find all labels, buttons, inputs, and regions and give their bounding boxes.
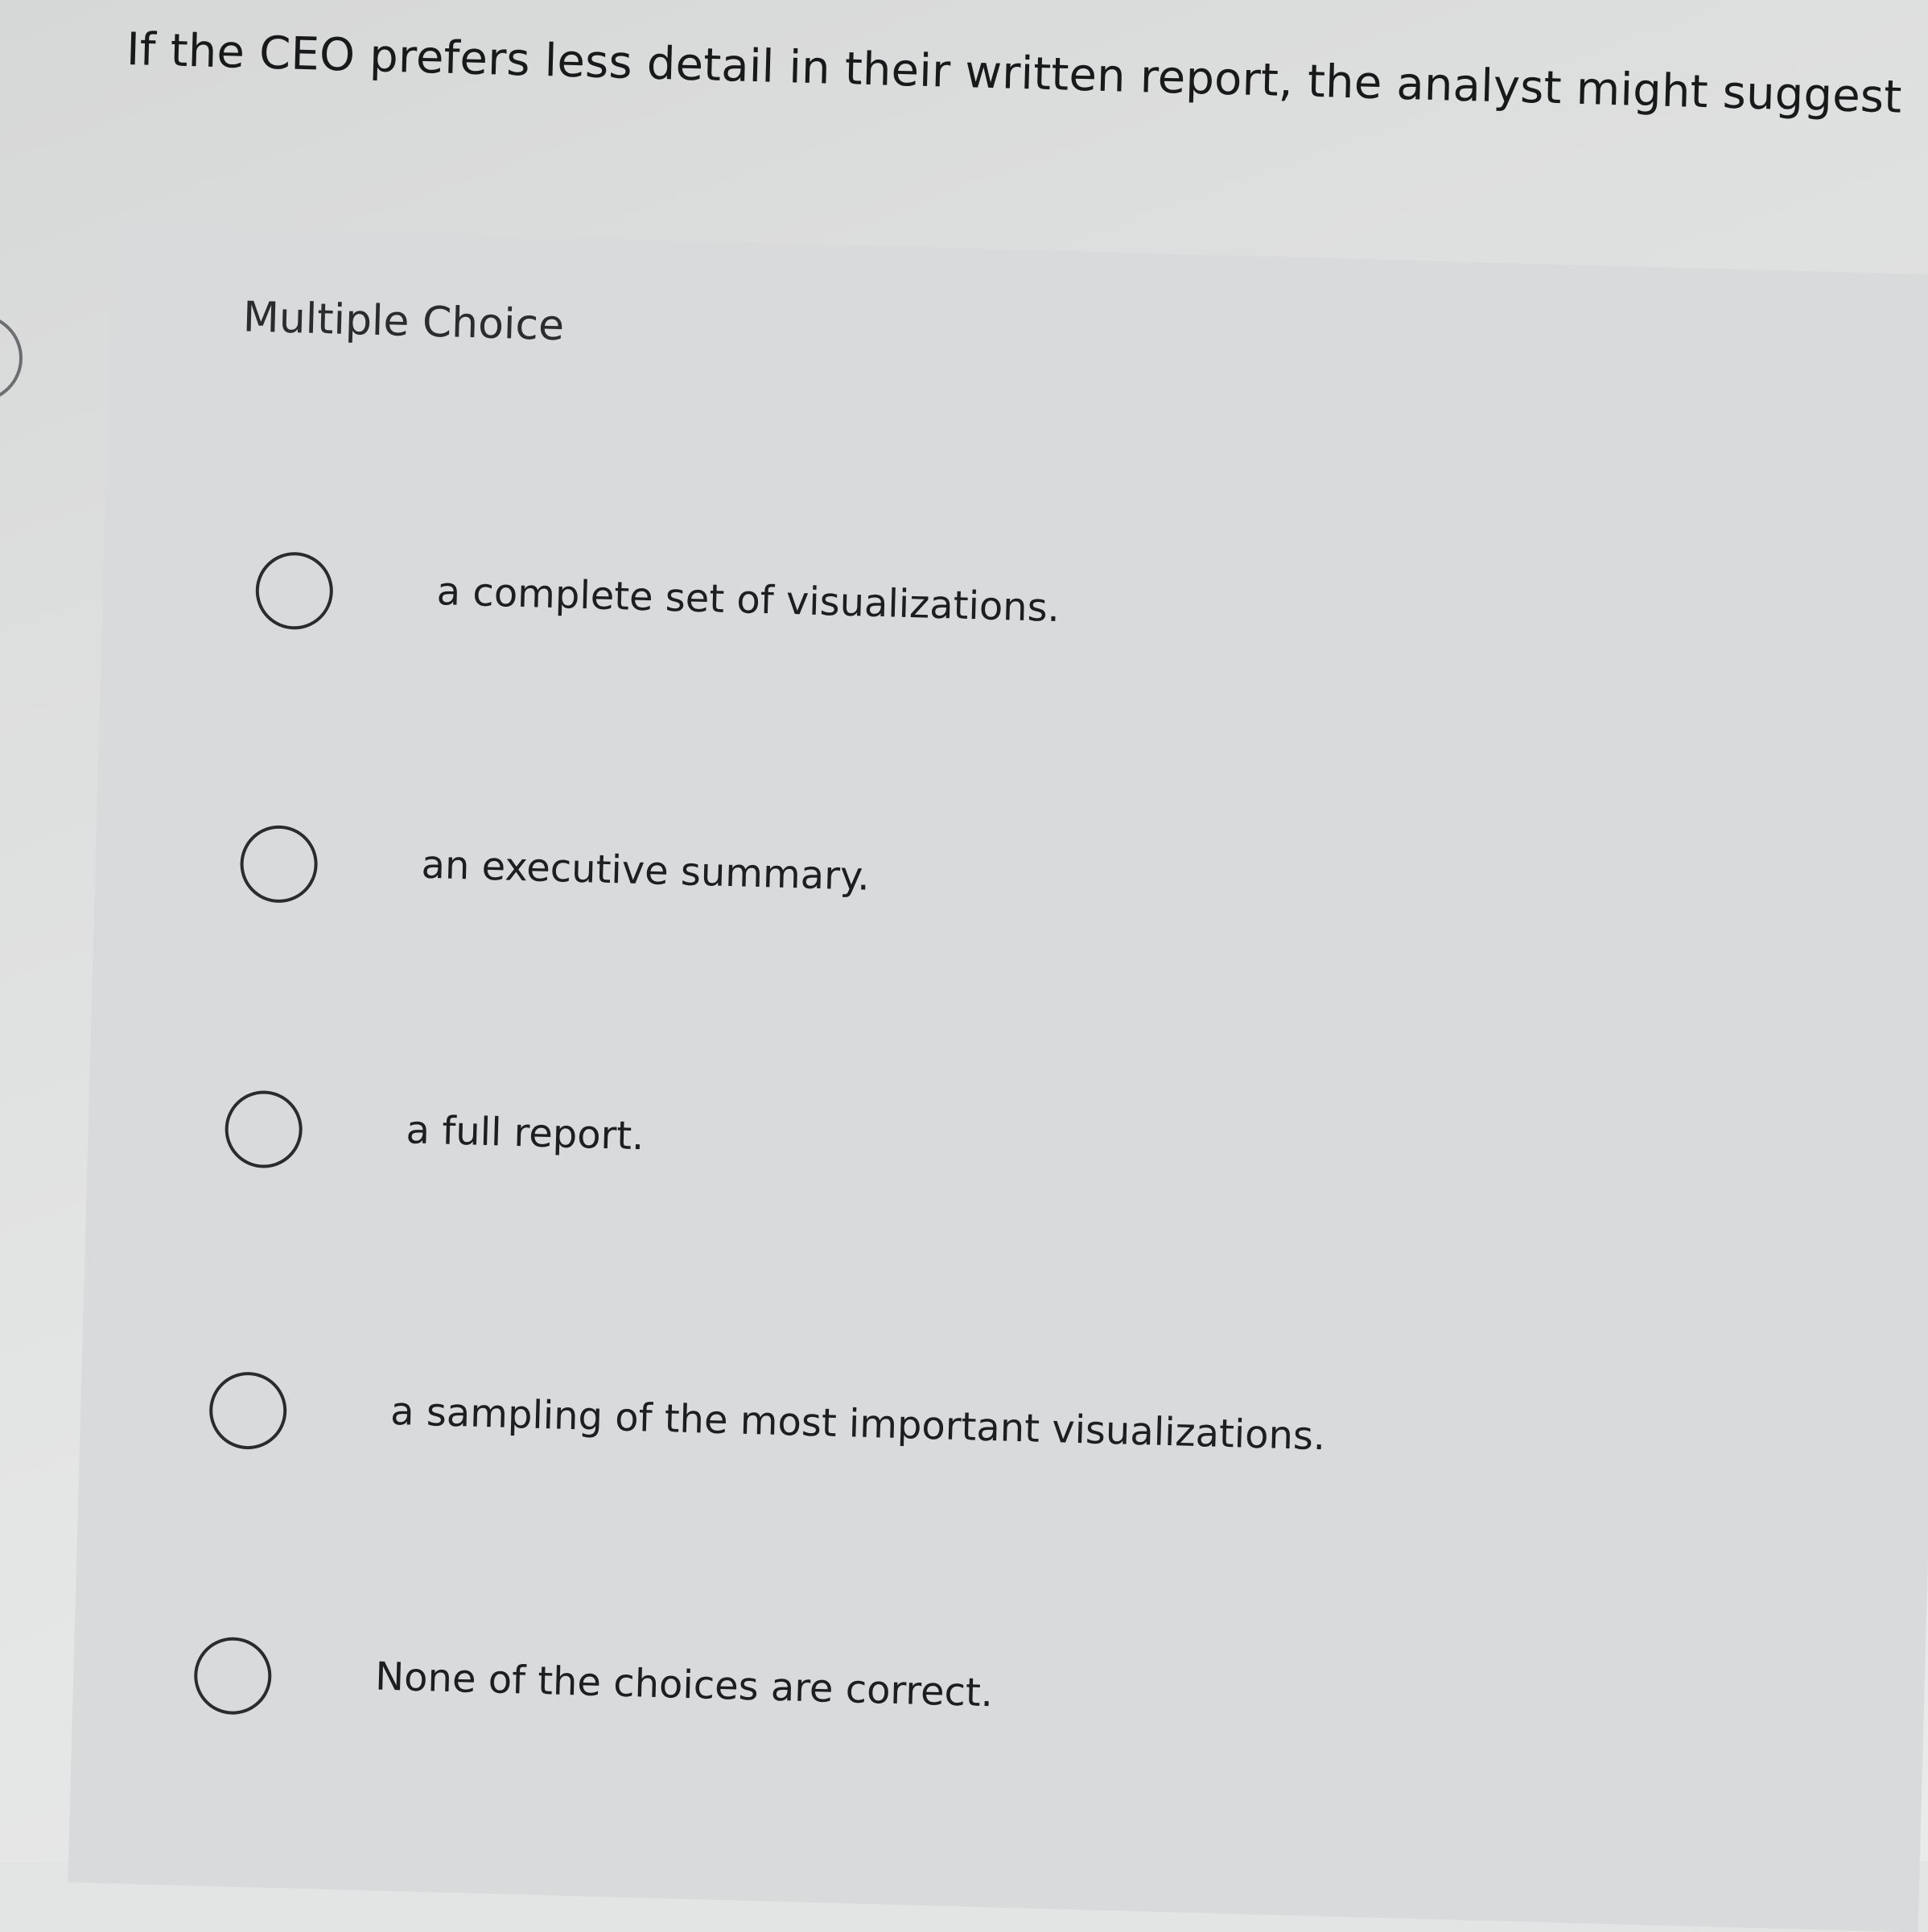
- radio-button[interactable]: [254, 550, 335, 631]
- multiple-choice-heading: Multiple Choice: [242, 293, 565, 351]
- radio-button[interactable]: [224, 1090, 303, 1169]
- choice-label: an executive summary.: [420, 842, 871, 900]
- radio-button[interactable]: [239, 824, 319, 904]
- choice-label: a complete set of visualizations.: [436, 569, 1061, 631]
- choice-option-2[interactable]: an executive summary.: [239, 824, 1770, 962]
- radio-button[interactable]: [208, 1370, 288, 1451]
- choice-option-3[interactable]: a full report.: [224, 1090, 1755, 1227]
- answer-panel: Multiple Choice a complete set of visual…: [68, 225, 1928, 1932]
- choice-option-4[interactable]: a sampling of the most important visuali…: [208, 1370, 1739, 1509]
- choice-label: a sampling of the most important visuali…: [389, 1388, 1326, 1460]
- choice-option-5[interactable]: None of the choices are correct.: [192, 1636, 1724, 1773]
- choice-label: None of the choices are correct.: [374, 1654, 994, 1716]
- choice-option-1[interactable]: a complete set of visualizations.: [254, 550, 1786, 689]
- radio-button[interactable]: [193, 1636, 273, 1716]
- choice-label: a full report.: [405, 1107, 645, 1160]
